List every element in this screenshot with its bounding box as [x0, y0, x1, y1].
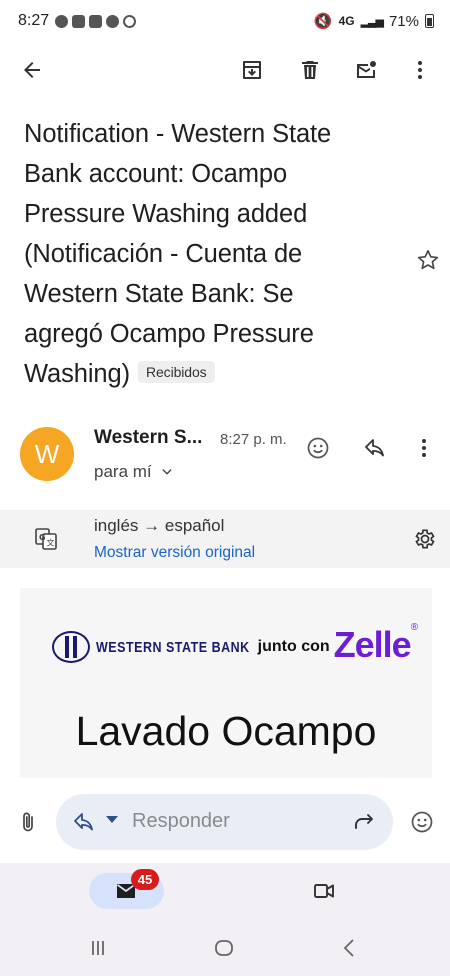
- emoji-icon: [307, 437, 329, 459]
- gear-icon: [415, 529, 435, 549]
- arrow-left-icon: [24, 62, 40, 78]
- sender-avatar[interactable]: W: [20, 427, 74, 481]
- reply-mode-dropdown[interactable]: [64, 802, 104, 842]
- label-chip[interactable]: Recibidos: [137, 361, 215, 384]
- star-icon: [417, 250, 439, 270]
- chevron-down-icon: [162, 469, 172, 475]
- gallery-icon: [89, 14, 103, 28]
- registered-mark: ®: [410, 622, 418, 633]
- react-emoji-button[interactable]: [298, 428, 338, 468]
- translate-icon: G文: [35, 528, 57, 550]
- emoji-button[interactable]: [402, 802, 442, 842]
- facebook-icon: [55, 14, 69, 28]
- western-state-bank-logo: [52, 631, 90, 663]
- zelle-wordmark: Zelle: [333, 624, 412, 665]
- reply-button[interactable]: [355, 428, 395, 468]
- recipient-toggle[interactable]: para mí: [94, 462, 174, 482]
- tiktok-icon: [72, 14, 86, 28]
- reply-icon: [74, 813, 93, 831]
- junto-con-text: junto con: [257, 638, 330, 655]
- payee-name: Lavado Ocampo: [75, 708, 377, 754]
- svg-text:G: G: [39, 533, 46, 542]
- email-time: 8:27 p. m.: [220, 431, 287, 448]
- attach-button[interactable]: [8, 802, 48, 842]
- home-button[interactable]: [204, 928, 244, 968]
- archive-icon: [243, 61, 261, 79]
- video-icon: [314, 884, 334, 898]
- status-left: 8:27: [18, 12, 137, 30]
- notification-icons: [55, 14, 137, 28]
- paperclip-icon: [23, 812, 33, 832]
- bank-name: WESTERN STATE BANK: [96, 638, 250, 656]
- more-vert-icon: [422, 439, 426, 457]
- reply-icon: [365, 439, 384, 457]
- cloud-icon: [106, 14, 120, 28]
- message-more-button[interactable]: [404, 428, 444, 468]
- recents-button[interactable]: [78, 928, 118, 968]
- archive-button[interactable]: [232, 50, 272, 90]
- show-original-link[interactable]: Mostrar versión original: [94, 544, 255, 562]
- network-type: 4G: [338, 14, 355, 28]
- mail-unread-badge: 45: [131, 869, 159, 890]
- translation-languages: inglés → español: [94, 516, 225, 535]
- battery-icon: [425, 14, 434, 28]
- circle-icon: [123, 14, 137, 28]
- translation-settings-button[interactable]: [404, 519, 444, 559]
- system-navigation: [0, 930, 450, 966]
- star-button[interactable]: [408, 240, 448, 280]
- forward-button[interactable]: [344, 802, 384, 842]
- email-subject: Notification - Western State Bank accoun…: [24, 114, 374, 394]
- back-button[interactable]: [12, 50, 52, 90]
- home-icon: [215, 940, 233, 956]
- caret-down-icon[interactable]: [106, 816, 118, 823]
- status-bar: 8:27 🔇 4G ▂▃▅ 71%: [0, 0, 450, 42]
- delete-button[interactable]: [290, 50, 330, 90]
- reply-placeholder: Responder: [132, 810, 230, 832]
- signal-icon: ▂▃▅: [360, 15, 384, 28]
- subject-text: Notification - Western State Bank accoun…: [24, 120, 332, 388]
- nav-meet-tab[interactable]: [304, 871, 344, 911]
- trash-icon: [302, 61, 318, 79]
- chevron-left-icon: [343, 939, 354, 957]
- recents-icon: [92, 941, 104, 955]
- more-options-button[interactable]: [400, 50, 440, 90]
- status-time: 8:27: [18, 12, 50, 29]
- battery-percent: 71%: [388, 12, 419, 30]
- mark-unread-icon: [357, 61, 376, 78]
- brand-header: WESTERN STATE BANK junto con Zelle®: [52, 622, 418, 668]
- recipient-label: para mí: [94, 462, 152, 481]
- status-right: 🔇 4G ▂▃▅ 71%: [314, 12, 434, 30]
- system-back-button[interactable]: [330, 928, 370, 968]
- translate-indicator: G文: [26, 519, 66, 559]
- zelle-logo: Zelle®: [333, 622, 418, 666]
- svg-text:文: 文: [47, 538, 55, 548]
- more-vert-icon: [418, 61, 422, 79]
- mark-unread-button[interactable]: [346, 50, 386, 90]
- top-app-bar: [0, 42, 450, 98]
- sender-name[interactable]: Western S...: [94, 427, 202, 449]
- mute-icon: 🔇: [313, 13, 333, 30]
- email-body: WESTERN STATE BANK junto con Zelle® Lava…: [20, 588, 432, 778]
- forward-icon: [355, 814, 373, 829]
- emoji-icon: [411, 811, 433, 833]
